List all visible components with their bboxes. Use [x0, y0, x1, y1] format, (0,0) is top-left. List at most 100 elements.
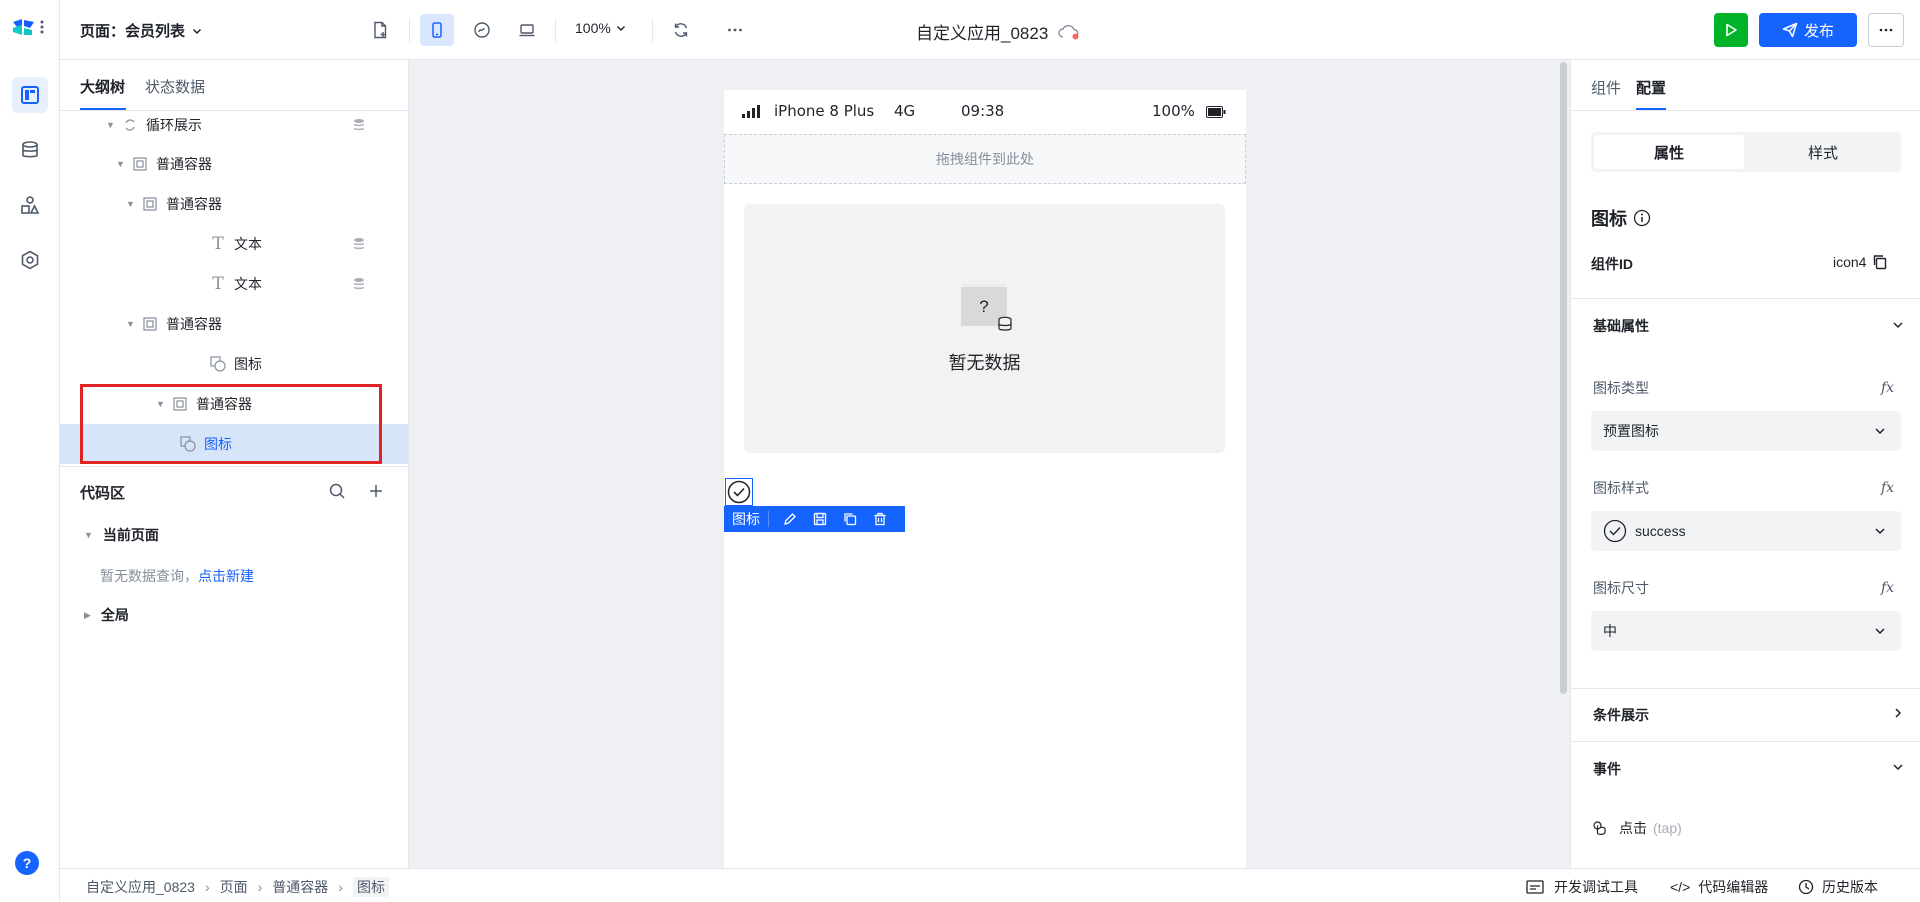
info-icon[interactable] [1633, 209, 1651, 227]
tree-node-container[interactable]: ▼ 普通容器 [60, 304, 408, 344]
empty-data-card[interactable]: ? 暂无数据 [744, 204, 1225, 453]
code-area-title: 代码区 [80, 485, 126, 502]
settings-icon[interactable] [12, 242, 48, 278]
status-bar: 自定义应用_0823 › 页面 › 普通容器 › 图标 开发调试工具 </> 代… [60, 868, 1920, 902]
chevron-right-icon[interactable] [1891, 706, 1905, 720]
icon-type-label: 图标类型 [1593, 380, 1649, 396]
database-icon [998, 316, 1012, 331]
section-divider [1571, 298, 1920, 299]
chevron-down-icon[interactable] [1891, 760, 1905, 774]
segment-properties[interactable]: 属性 [1594, 135, 1744, 169]
chevron-down-icon[interactable] [1891, 318, 1905, 332]
tab-components[interactable]: 组件 [1591, 77, 1621, 98]
icon-style-select[interactable]: success [1591, 511, 1901, 551]
copy-icon[interactable] [1872, 254, 1888, 270]
more-icon[interactable] [718, 14, 752, 46]
condition-display-header[interactable]: 条件展示 [1593, 705, 1649, 725]
breadcrumb-item[interactable]: 自定义应用_0823 [86, 877, 195, 897]
add-icon[interactable] [368, 482, 384, 500]
code-editor-button[interactable]: </> 代码编辑器 [1670, 877, 1768, 897]
chevron-down-icon [1875, 428, 1885, 435]
copy-icon[interactable] [843, 512, 857, 526]
chevron-down-icon [616, 26, 625, 31]
icon-size-select[interactable]: 中 [1591, 611, 1901, 651]
tree-node-label: 文本 [234, 236, 262, 252]
breadcrumb-item[interactable]: 页面 [220, 877, 248, 897]
page-selector[interactable]: 页面：会员列表 [80, 20, 203, 41]
segment-styles[interactable]: 样式 [1748, 135, 1898, 169]
events-header[interactable]: 事件 [1593, 759, 1621, 779]
current-page-node[interactable]: ▼ 当前页面 [84, 525, 159, 545]
global-label: 全局 [100, 607, 129, 623]
breadcrumb-item-current[interactable]: 图标 [352, 877, 389, 897]
check-circle-icon [1603, 519, 1627, 543]
data-binding-icon [352, 118, 366, 132]
mobile-view-icon[interactable] [420, 14, 454, 46]
history-label: 历史版本 [1822, 879, 1878, 895]
breadcrumb-item[interactable]: 普通容器 [272, 877, 328, 897]
battery-icon [1206, 106, 1226, 118]
components-icon[interactable] [12, 187, 48, 223]
formula-icon[interactable]: fx [1881, 480, 1894, 496]
global-node[interactable]: ▶ 全局 [84, 605, 129, 625]
history-button[interactable]: 历史版本 [1798, 877, 1878, 897]
tree-node-container[interactable]: ▼ 普通容器 [60, 144, 408, 184]
run-button[interactable] [1714, 13, 1748, 47]
chevron-down-icon [1875, 528, 1885, 535]
formula-icon[interactable]: fx [1881, 380, 1894, 396]
desktop-view-icon[interactable] [510, 14, 544, 46]
container-icon [142, 316, 158, 332]
icon-component-icon [210, 356, 226, 372]
outline-panel-icon[interactable] [12, 77, 48, 113]
formula-icon[interactable]: fx [1881, 580, 1894, 596]
tree-node-text[interactable]: T 文本 [60, 264, 408, 304]
selected-success-icon[interactable] [725, 478, 753, 506]
more-options-button[interactable] [1868, 13, 1904, 47]
tab-state-data[interactable]: 状态数据 [145, 76, 205, 97]
section-divider [1571, 741, 1920, 742]
icon-type-select[interactable]: 预置图标 [1591, 411, 1901, 451]
new-page-icon[interactable] [363, 14, 397, 46]
miniprogram-view-icon[interactable] [465, 14, 499, 46]
empty-query-text: 暂无数据查询，点击新建 [100, 566, 254, 586]
placeholder-mark: ? [979, 296, 989, 316]
tree-node-container[interactable]: ▼ 普通容器 [60, 184, 408, 224]
component-tag: 图标 [724, 511, 769, 527]
caret-down-icon: ▼ [126, 199, 135, 209]
drop-zone[interactable]: 拖拽组件到此处 [724, 134, 1246, 184]
right-panel: 组件 配置 属性 样式 图标 组件ID icon4 基础属性 图标类型 fx 预… [1570, 60, 1920, 868]
refresh-icon[interactable] [664, 14, 698, 46]
event-tap[interactable]: 点击 (tap) [1591, 818, 1682, 838]
code-icon: </> [1670, 879, 1691, 895]
loop-icon [122, 117, 138, 133]
chevron-down-icon [1875, 628, 1885, 635]
basic-props-header[interactable]: 基础属性 [1593, 316, 1649, 336]
left-rail: ? [0, 0, 60, 902]
app-title: 自定义应用_0823 [916, 19, 1080, 44]
app-logo[interactable] [10, 16, 50, 38]
tab-config[interactable]: 配置 [1636, 77, 1666, 98]
save-icon[interactable] [813, 512, 827, 526]
chevron-down-icon [192, 28, 202, 34]
check-circle-icon [727, 480, 751, 504]
delete-icon[interactable] [873, 512, 887, 526]
tree-node-loop[interactable]: ▼ 循环展示 [60, 111, 408, 145]
create-query-link[interactable]: 点击新建 [198, 568, 254, 584]
tab-outline[interactable]: 大纲树 [80, 76, 125, 97]
empty-data-text: 暂无数据 [948, 353, 1021, 373]
event-name: 点击 [1619, 820, 1647, 836]
edit-icon[interactable] [783, 512, 797, 526]
database-icon[interactable] [12, 132, 48, 168]
tree-node-icon[interactable]: 图标 [60, 344, 408, 384]
help-icon[interactable]: ? [15, 851, 39, 875]
tree-node-text[interactable]: T 文本 [60, 224, 408, 264]
breadcrumb-separator-icon: › [257, 879, 263, 895]
dev-tools-button[interactable]: 开发调试工具 [1526, 877, 1638, 897]
breadcrumb-separator-icon: › [204, 879, 210, 895]
canvas-scrollbar[interactable] [1560, 62, 1567, 694]
search-icon[interactable] [328, 482, 346, 500]
component-id-text: icon4 [1833, 254, 1867, 270]
zoom-select[interactable]: 100% [575, 20, 627, 36]
text-icon: T [212, 274, 224, 294]
publish-button[interactable]: 发布 [1759, 13, 1857, 47]
